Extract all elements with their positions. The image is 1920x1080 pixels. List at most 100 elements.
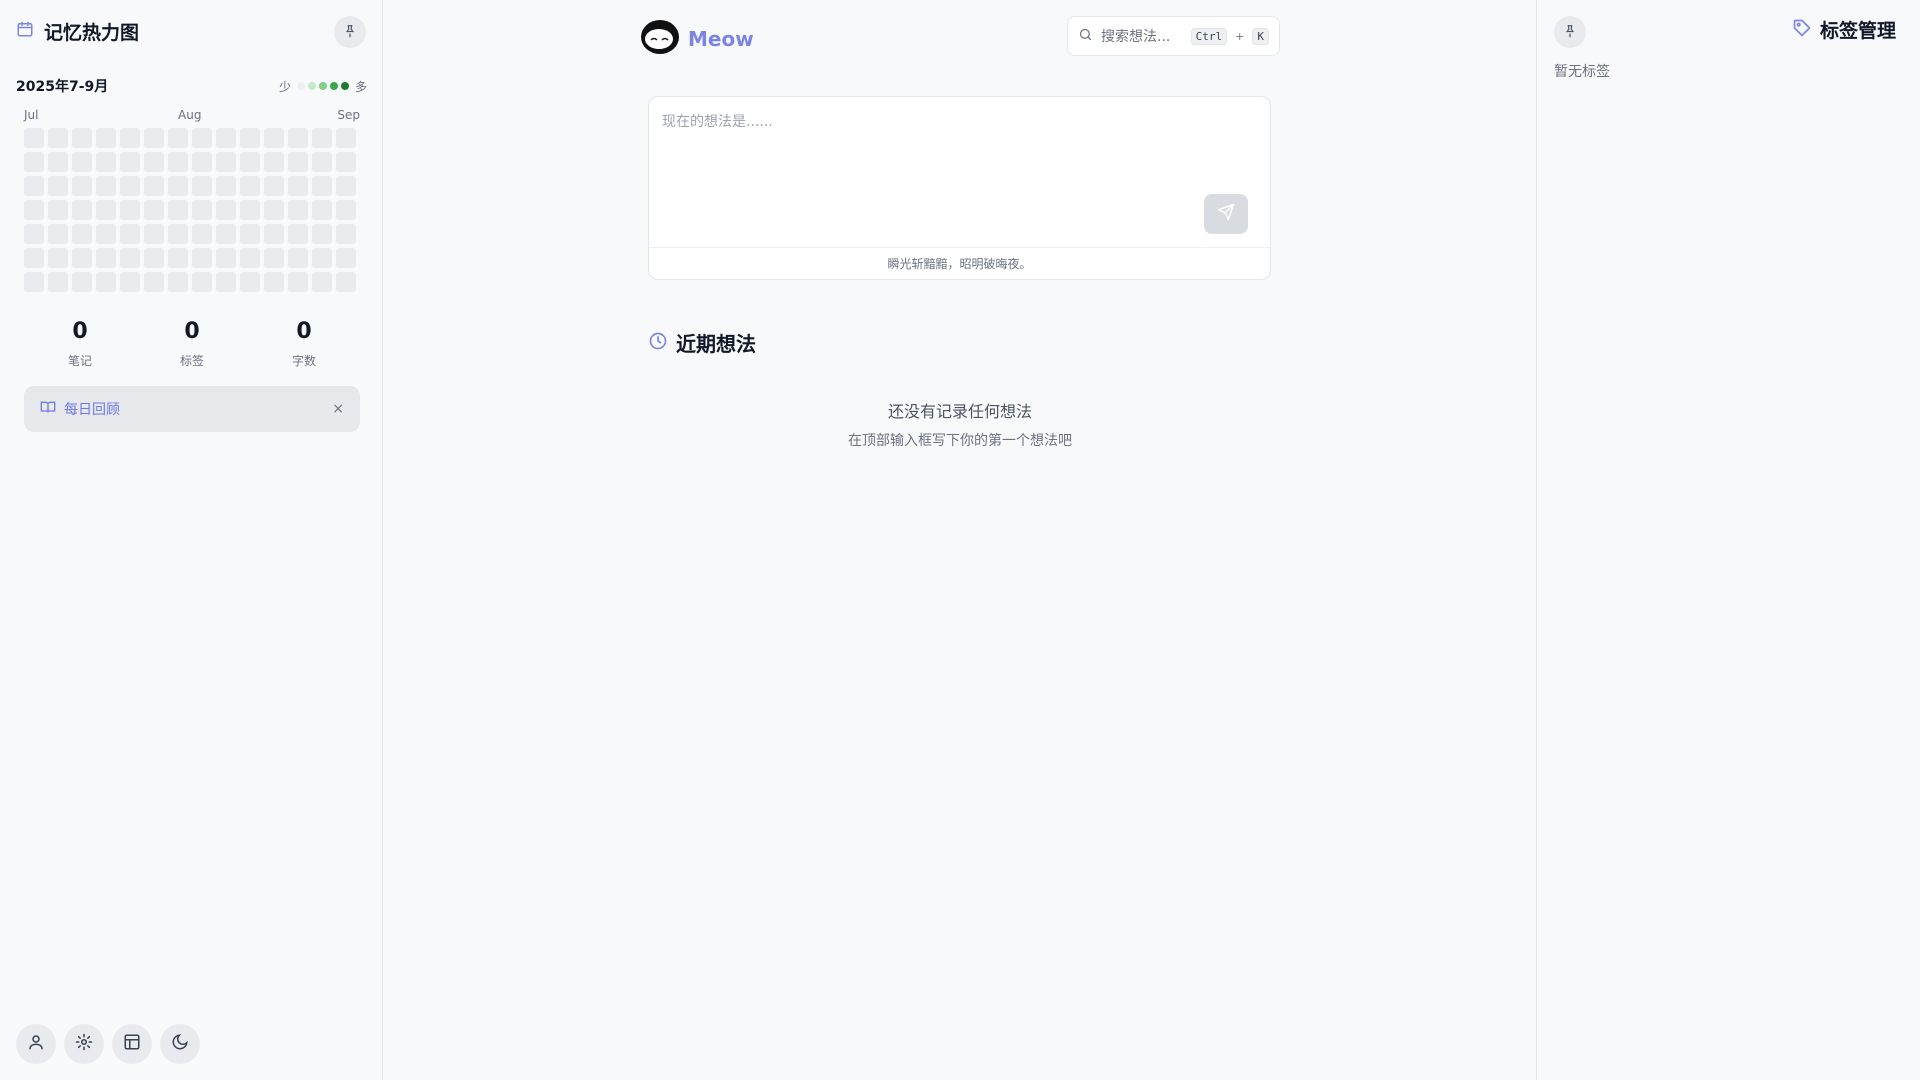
heatmap-cell[interactable] (96, 272, 116, 292)
heatmap-cell[interactable] (168, 200, 188, 220)
heatmap-cell[interactable] (72, 200, 92, 220)
heatmap-cell[interactable] (144, 248, 164, 268)
heatmap-cell[interactable] (24, 176, 44, 196)
heatmap-cell[interactable] (336, 176, 356, 196)
heatmap-cell[interactable] (240, 128, 260, 148)
heatmap-cell[interactable] (312, 200, 332, 220)
heatmap-cell[interactable] (72, 224, 92, 244)
thought-input[interactable]: 现在的想法是...... (662, 111, 773, 131)
heatmap-cell[interactable] (120, 224, 140, 244)
heatmap-cell[interactable] (48, 272, 68, 292)
heatmap-cell[interactable] (336, 200, 356, 220)
heatmap-cell[interactable] (96, 200, 116, 220)
heatmap-cell[interactable] (24, 128, 44, 148)
heatmap-cell[interactable] (48, 152, 68, 172)
heatmap-cell[interactable] (72, 152, 92, 172)
settings-button[interactable] (64, 1024, 104, 1064)
heatmap-cell[interactable] (144, 200, 164, 220)
heatmap-cell[interactable] (240, 200, 260, 220)
pin-right-button[interactable] (1554, 16, 1586, 48)
heatmap-cell[interactable] (168, 176, 188, 196)
heatmap-cell[interactable] (192, 152, 212, 172)
heatmap-cell[interactable] (312, 176, 332, 196)
heatmap-cell[interactable] (264, 152, 284, 172)
heatmap-cell[interactable] (120, 128, 140, 148)
heatmap-cell[interactable] (144, 176, 164, 196)
heatmap-cell[interactable] (288, 224, 308, 244)
heatmap-cell[interactable] (240, 176, 260, 196)
heatmap-cell[interactable] (24, 224, 44, 244)
heatmap-cell[interactable] (312, 272, 332, 292)
heatmap-cell[interactable] (336, 128, 356, 148)
heatmap-cell[interactable] (168, 224, 188, 244)
heatmap-cell[interactable] (288, 248, 308, 268)
heatmap-cell[interactable] (48, 248, 68, 268)
heatmap-cell[interactable] (192, 272, 212, 292)
heatmap-cell[interactable] (48, 128, 68, 148)
heatmap-cell[interactable] (336, 152, 356, 172)
heatmap-cell[interactable] (168, 248, 188, 268)
heatmap-cell[interactable] (120, 272, 140, 292)
dark-mode-button[interactable] (160, 1024, 200, 1064)
heatmap-cell[interactable] (24, 272, 44, 292)
heatmap-cell[interactable] (168, 152, 188, 172)
heatmap-cell[interactable] (264, 128, 284, 148)
heatmap-cell[interactable] (120, 200, 140, 220)
heatmap-cell[interactable] (96, 248, 116, 268)
heatmap-cell[interactable] (144, 152, 164, 172)
heatmap-cell[interactable] (240, 272, 260, 292)
heatmap-cell[interactable] (216, 176, 236, 196)
heatmap-cell[interactable] (216, 224, 236, 244)
heatmap-cell[interactable] (48, 176, 68, 196)
brand[interactable]: Meow (640, 18, 754, 60)
heatmap-cell[interactable] (48, 224, 68, 244)
heatmap-cell[interactable] (192, 200, 212, 220)
heatmap-cell[interactable] (312, 128, 332, 148)
heatmap-cell[interactable] (168, 128, 188, 148)
heatmap-cell[interactable] (264, 224, 284, 244)
heatmap-cell[interactable] (288, 200, 308, 220)
heatmap-cell[interactable] (96, 224, 116, 244)
heatmap-cell[interactable] (24, 248, 44, 268)
heatmap-cell[interactable] (72, 128, 92, 148)
heatmap-cell[interactable] (264, 176, 284, 196)
layout-button[interactable] (112, 1024, 152, 1064)
profile-button[interactable] (16, 1024, 56, 1064)
heatmap-cell[interactable] (192, 128, 212, 148)
heatmap-cell[interactable] (288, 152, 308, 172)
heatmap-cell[interactable] (216, 200, 236, 220)
heatmap-cell[interactable] (312, 152, 332, 172)
heatmap-cell[interactable] (192, 248, 212, 268)
heatmap-cell[interactable] (96, 128, 116, 148)
heatmap-cell[interactable] (312, 224, 332, 244)
heatmap-cell[interactable] (288, 272, 308, 292)
heatmap-cell[interactable] (72, 272, 92, 292)
heatmap-cell[interactable] (264, 272, 284, 292)
heatmap-cell[interactable] (120, 152, 140, 172)
heatmap-cell[interactable] (264, 200, 284, 220)
heatmap-cell[interactable] (264, 248, 284, 268)
heatmap-cell[interactable] (336, 248, 356, 268)
heatmap-cell[interactable] (144, 128, 164, 148)
heatmap-cell[interactable] (24, 152, 44, 172)
heatmap-cell[interactable] (336, 224, 356, 244)
heatmap-cell[interactable] (120, 176, 140, 196)
heatmap-cell[interactable] (240, 152, 260, 172)
heatmap-cell[interactable] (96, 176, 116, 196)
heatmap-cell[interactable] (336, 272, 356, 292)
heatmap-cell[interactable] (72, 176, 92, 196)
close-review-button[interactable]: × (332, 401, 344, 417)
heatmap-cell[interactable] (240, 248, 260, 268)
heatmap-cell[interactable] (288, 176, 308, 196)
heatmap-cell[interactable] (240, 224, 260, 244)
heatmap-cell[interactable] (216, 128, 236, 148)
heatmap-cell[interactable] (216, 152, 236, 172)
heatmap-cell[interactable] (144, 272, 164, 292)
heatmap-cell[interactable] (96, 152, 116, 172)
send-button[interactable] (1204, 194, 1248, 234)
daily-review-button[interactable]: 每日回顾 × (24, 386, 360, 432)
heatmap-cell[interactable] (312, 248, 332, 268)
heatmap-cell[interactable] (48, 200, 68, 220)
search-box[interactable]: 搜索想法... Ctrl + K (1067, 16, 1280, 56)
heatmap-cell[interactable] (120, 248, 140, 268)
